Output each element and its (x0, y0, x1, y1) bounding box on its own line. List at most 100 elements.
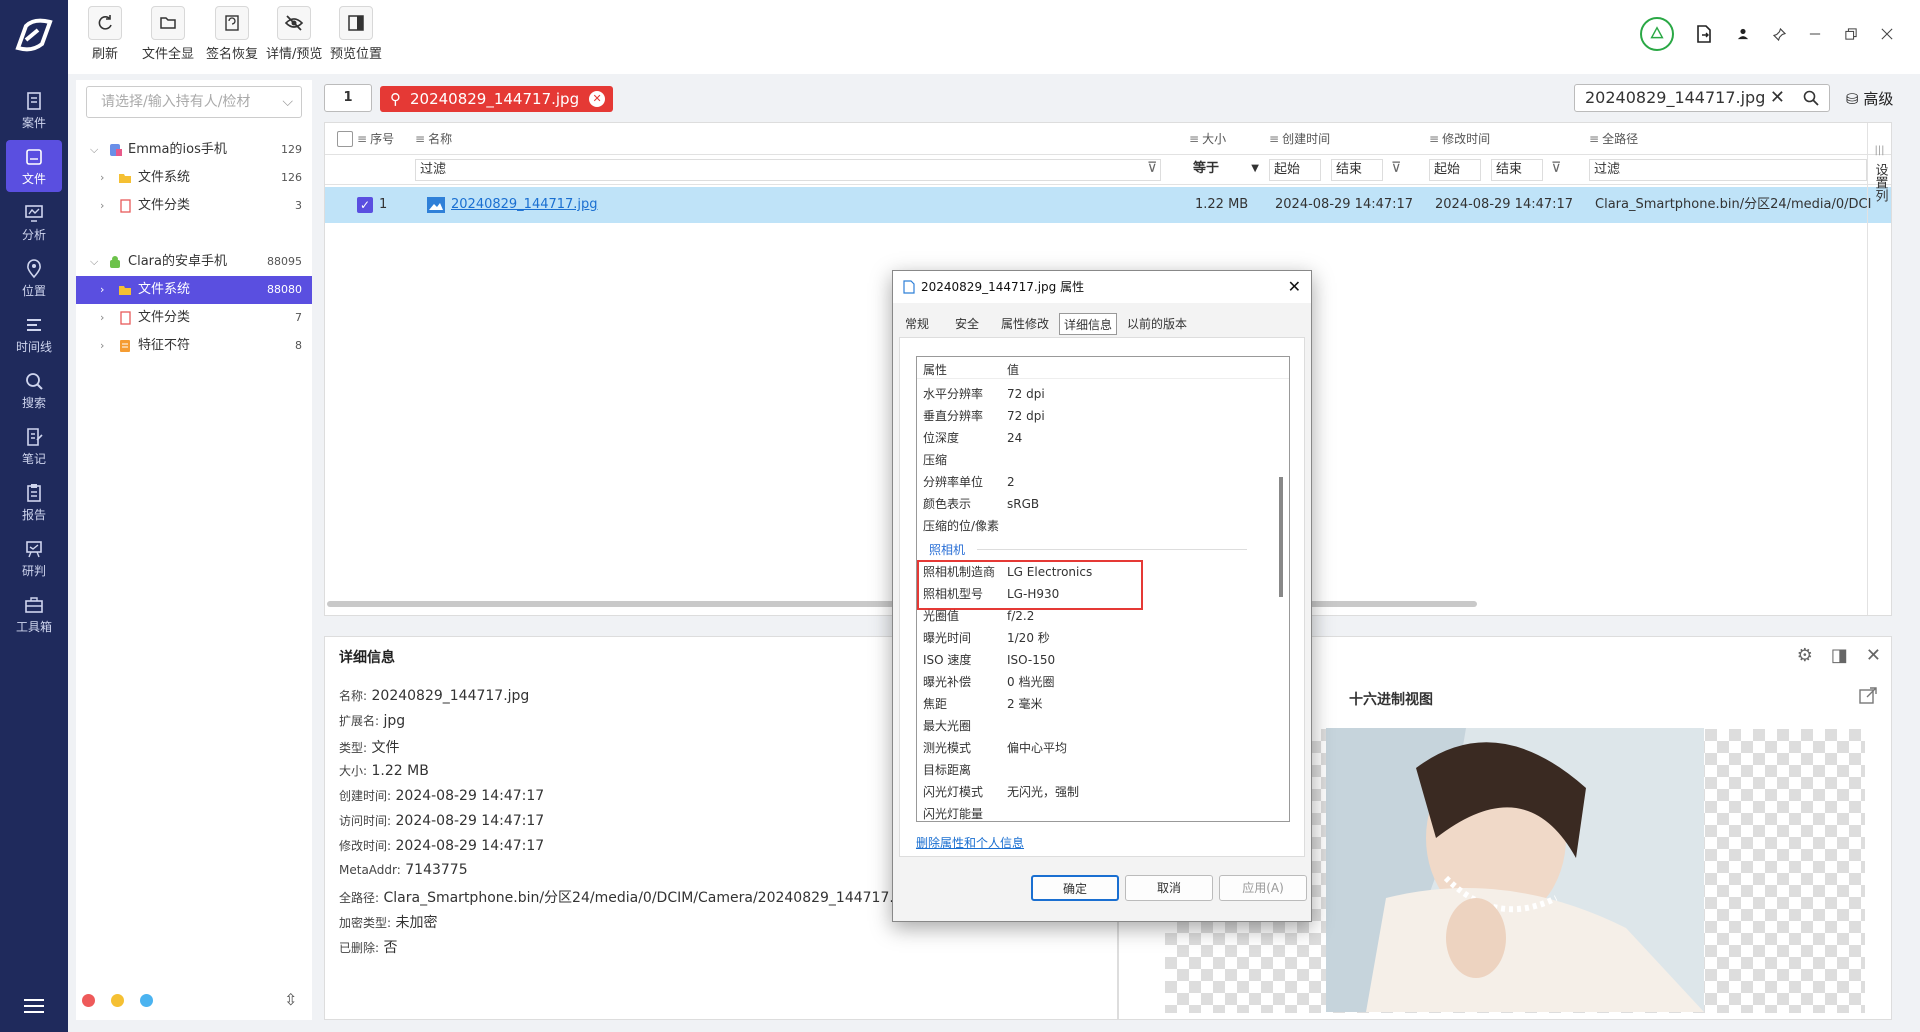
tree-node-3[interactable]: ⌵ Clara的安卓手机 88095 (76, 248, 312, 276)
camera-property-row[interactable]: 闪光灯模式 无闪光，强制 (923, 781, 1263, 803)
tab-previous-versions[interactable]: 以前的版本 (1123, 313, 1191, 335)
camera-property-row[interactable]: 曝光补偿 0 档光圈 (923, 671, 1263, 693)
remove-properties-link[interactable]: 删除属性和个人信息 (916, 834, 1024, 851)
property-row[interactable]: 分辨率单位 2 (923, 471, 1263, 493)
col-path[interactable]: ≡ 全路径 (1589, 123, 1638, 155)
global-search-input[interactable]: 20240829_144717.jpg ✕ (1574, 84, 1830, 112)
created-start-input[interactable]: 起始 (1269, 159, 1321, 181)
signature-restore-button[interactable]: 签名恢复 (206, 6, 258, 62)
modified-end-input[interactable]: 结束 (1491, 159, 1543, 181)
col-size[interactable]: ≡ 大小 (1189, 123, 1226, 155)
camera-property-row[interactable]: ISO 速度 ISO-150 (923, 649, 1263, 671)
chevron-right-icon[interactable]: › (100, 164, 112, 192)
dialog-close-icon[interactable]: ✕ (1288, 271, 1301, 303)
tab-attribute-edit[interactable]: 属性修改 (997, 313, 1053, 335)
table-row[interactable]: ✓ 1 20240829_144717.jpg 1.22 MB 2024-08-… (325, 187, 1891, 223)
close-button[interactable] (1878, 25, 1896, 43)
close-icon[interactable]: ✕ (1866, 645, 1881, 666)
property-row[interactable]: 压缩的位/像素 (923, 515, 1263, 537)
nav-item-search[interactable]: 搜索 (6, 364, 62, 416)
nav-item-toolbox[interactable]: 工具箱 (6, 588, 62, 640)
tree-node-1[interactable]: › 文件系统 126 (76, 164, 312, 192)
chevron-right-icon[interactable]: › (100, 276, 112, 304)
nav-item-location[interactable]: 位置 (6, 252, 62, 304)
user-button[interactable] (1734, 25, 1752, 43)
property-row[interactable]: 颜色表示 sRGB (923, 493, 1263, 515)
close-tab-icon[interactable]: ✕ (589, 91, 606, 107)
chevron-down-icon[interactable]: ⌵ (90, 248, 102, 276)
chevron-down-icon[interactable]: ⌵ (90, 136, 102, 164)
nav-item-analysis[interactable]: 分析 (6, 196, 62, 248)
refresh-button[interactable]: 刷新 (88, 6, 122, 62)
created-end-input[interactable]: 结束 (1331, 159, 1383, 181)
tab-security[interactable]: 安全 (951, 313, 983, 335)
property-row[interactable]: 位深度 24 (923, 427, 1263, 449)
open-external-icon[interactable] (1859, 687, 1877, 705)
minimize-button[interactable] (1806, 25, 1824, 43)
tree-node-2[interactable]: › 文件分类 3 (76, 192, 312, 220)
camera-property-row[interactable]: 曝光时间 1/20 秒 (923, 627, 1263, 649)
camera-property-row[interactable]: 照相机型号 LG-H930 (923, 583, 1263, 605)
property-row[interactable]: 压缩 (923, 449, 1263, 471)
col-created[interactable]: ≡ 创建时间 (1269, 123, 1330, 155)
property-row[interactable]: 垂直分辨率 72 dpi (923, 405, 1263, 427)
camera-property-row[interactable]: 闪光灯能量 (923, 803, 1263, 821)
property-list-scrollbar[interactable] (1279, 477, 1283, 597)
row-file-name-link[interactable]: 20240829_144717.jpg (451, 187, 598, 223)
nav-item-judge[interactable]: 研判 (6, 532, 62, 584)
col-name[interactable]: ≡ 名称 (415, 123, 452, 155)
holder-select[interactable]: 请选择/输入持有人/检材 ⌵ (86, 86, 302, 118)
detail-preview-button[interactable]: 详情/预览 (266, 6, 322, 62)
name-filter-input[interactable]: 过滤 (415, 159, 1161, 181)
filter-icon[interactable]: ⊽ (1551, 160, 1561, 176)
pin-button[interactable] (1770, 25, 1788, 43)
status-check-button[interactable] (1640, 17, 1674, 51)
cancel-button[interactable]: 取消 (1125, 875, 1213, 901)
property-row[interactable]: 水平分辨率 72 dpi (923, 383, 1263, 405)
tree-node-4[interactable]: › 文件系统 88080 (76, 276, 312, 304)
chevron-right-icon[interactable]: › (100, 332, 112, 360)
column-settings-button[interactable]: ||| 设置列 (1867, 123, 1891, 615)
gear-icon[interactable]: ⚙ (1797, 645, 1813, 666)
col-modified[interactable]: ≡ 修改时间 (1429, 123, 1490, 155)
col-index[interactable]: ≡ 序号 (357, 123, 394, 155)
path-filter-input[interactable]: 过滤 (1589, 159, 1867, 181)
tab-details[interactable]: 详细信息 (1059, 313, 1118, 335)
camera-property-row[interactable]: 测光模式 偏中心平均 (923, 737, 1263, 759)
select-all-checkbox[interactable] (337, 131, 353, 147)
row-checkbox[interactable]: ✓ (357, 197, 373, 213)
chevron-right-icon[interactable]: › (100, 192, 112, 220)
camera-property-row[interactable]: 焦距 2 毫米 (923, 693, 1263, 715)
tab-search-result[interactable]: ⚲ 20240829_144717.jpg ✕ (380, 86, 614, 112)
chevron-right-icon[interactable]: › (100, 304, 112, 332)
tab-general[interactable]: 常规 (901, 313, 933, 335)
tree-node-6[interactable]: › 特征不符 8 (76, 332, 312, 360)
menu-icon[interactable] (22, 996, 46, 1016)
filter-icon[interactable]: ⊽ (1147, 160, 1157, 176)
preview-position-button[interactable]: 预览位置 (330, 6, 382, 62)
collapse-splitter-icon[interactable]: ⇳ (284, 990, 297, 1009)
panel-toggle-icon[interactable]: ◨ (1831, 645, 1848, 666)
restore-button[interactable] (1842, 25, 1860, 43)
camera-property-row[interactable]: 目标距离 (923, 759, 1263, 781)
tree-node-5[interactable]: › 文件分类 7 (76, 304, 312, 332)
camera-property-row[interactable]: 最大光圈 (923, 715, 1263, 737)
search-icon[interactable] (1803, 90, 1819, 106)
nav-item-file[interactable]: 文件 (6, 140, 62, 192)
nav-item-case[interactable]: 案件 (6, 84, 62, 136)
modified-start-input[interactable]: 起始 (1429, 159, 1481, 181)
ok-button[interactable]: 确定 (1031, 875, 1119, 901)
camera-property-row[interactable]: 照相机制造商 LG Electronics (923, 561, 1263, 583)
camera-property-row[interactable]: 光圈值 f/2.2 (923, 605, 1263, 627)
nav-item-note[interactable]: 笔记 (6, 420, 62, 472)
tab-page-number[interactable]: 1 (324, 84, 372, 112)
tree-node-0[interactable]: ⌵ Emma的ios手机 129 (76, 136, 312, 164)
advanced-search-button[interactable]: ⛁ 高级 (1846, 88, 1893, 109)
nav-item-report[interactable]: 报告 (6, 476, 62, 528)
export-button[interactable] (1692, 22, 1716, 46)
nav-item-timeline[interactable]: 时间线 (6, 308, 62, 360)
clear-search-icon[interactable]: ✕ (1770, 85, 1785, 111)
filter-icon[interactable]: ⊽ (1391, 160, 1401, 176)
size-operator-select[interactable]: 等于 ▼ (1189, 159, 1261, 181)
apply-button[interactable]: 应用(A) (1219, 875, 1307, 901)
